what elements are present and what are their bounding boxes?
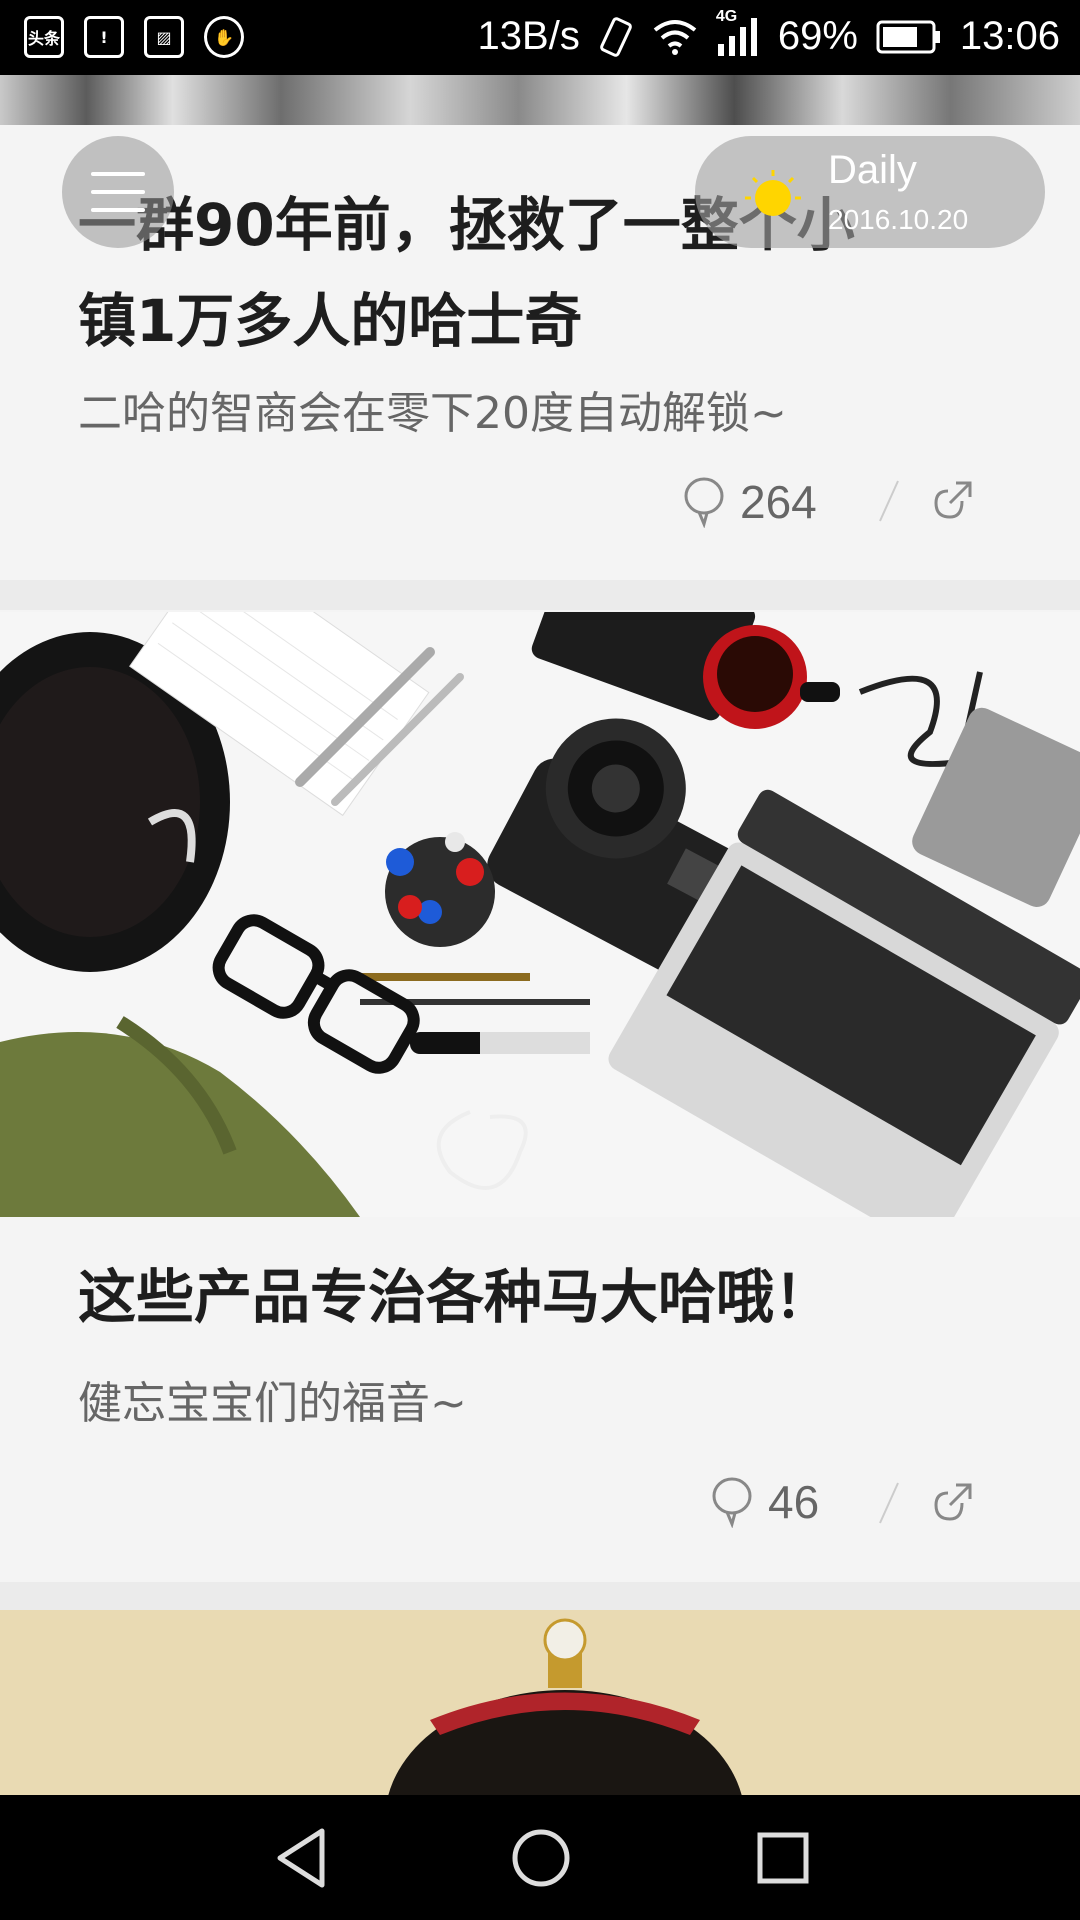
- toutiao-icon: 头条: [24, 16, 64, 58]
- article-image[interactable]: [0, 612, 1080, 1217]
- battery-percent: 69%: [777, 14, 858, 58]
- battery-icon: [876, 20, 940, 53]
- card-separator: [0, 1582, 1080, 1612]
- clock: 13:06: [959, 14, 1060, 58]
- screen: 头条 ! ▨ ✋ 13B/s 4G 69% 13:06 一群90年前，拯救了一整…: [0, 0, 1080, 1920]
- qing-official-hat-illustration: [0, 1610, 1080, 1795]
- card-separator: [0, 580, 1080, 610]
- back-icon[interactable]: [272, 1825, 332, 1891]
- menu-button[interactable]: [62, 136, 174, 248]
- comment-count: 264: [740, 476, 817, 528]
- share-icon[interactable]: [932, 1481, 974, 1523]
- cell-signal: 4G: [716, 8, 760, 58]
- menu-line: [91, 208, 145, 212]
- article-subtitle: 二哈的智商会在零下20度自动解锁~: [78, 388, 787, 439]
- article-subtitle: 健忘宝宝们的福音~: [78, 1378, 467, 1429]
- status-notification-icons: 头条 ! ▨ ✋: [24, 16, 244, 58]
- article-card[interactable]: 这些产品专治各种马大哈哦！ 健忘宝宝们的福音~ 46: [0, 1217, 1080, 1582]
- menu-line: [91, 190, 145, 194]
- sun-icon: [745, 170, 801, 216]
- article-image-top[interactable]: [0, 75, 1080, 125]
- share-icon[interactable]: [932, 479, 974, 521]
- comment-count: 46: [768, 1476, 820, 1528]
- daily-date-button[interactable]: Daily 2016.10.20: [695, 136, 1045, 248]
- home-icon[interactable]: [510, 1825, 572, 1891]
- divider-slash: [879, 480, 899, 522]
- menu-line: [91, 172, 145, 176]
- divider-slash: [879, 1482, 899, 1524]
- image-icon: ▨: [144, 16, 184, 58]
- vibrate-icon: [599, 16, 632, 57]
- hand-icon: ✋: [204, 16, 244, 58]
- daily-label: Daily: [828, 148, 917, 192]
- article-title: 这些产品专治各种马大哈哦！: [78, 1263, 833, 1331]
- desk-flatlay-illustration: [0, 612, 1080, 1217]
- status-system-info: 13B/s 4G 69% 13:06: [477, 8, 1060, 59]
- comment-link[interactable]: 264: [682, 475, 817, 529]
- daily-date: 2016.10.20: [828, 204, 969, 235]
- status-bar: 头条 ! ▨ ✋ 13B/s 4G 69% 13:06: [0, 0, 1080, 75]
- recents-icon[interactable]: [752, 1825, 812, 1891]
- net-speed: 13B/s: [477, 14, 580, 58]
- comment-icon: [684, 477, 724, 528]
- network-type: 4G: [715, 7, 738, 25]
- wifi-icon: [653, 19, 697, 55]
- navigation-bar: [0, 1795, 1080, 1920]
- comment-icon: [712, 1477, 752, 1528]
- comment-link[interactable]: 46: [710, 1475, 819, 1529]
- article-image[interactable]: [0, 1610, 1080, 1795]
- article-title-line2: 镇1万多人的哈士奇: [78, 287, 583, 355]
- battery-alert-icon: !: [84, 16, 124, 58]
